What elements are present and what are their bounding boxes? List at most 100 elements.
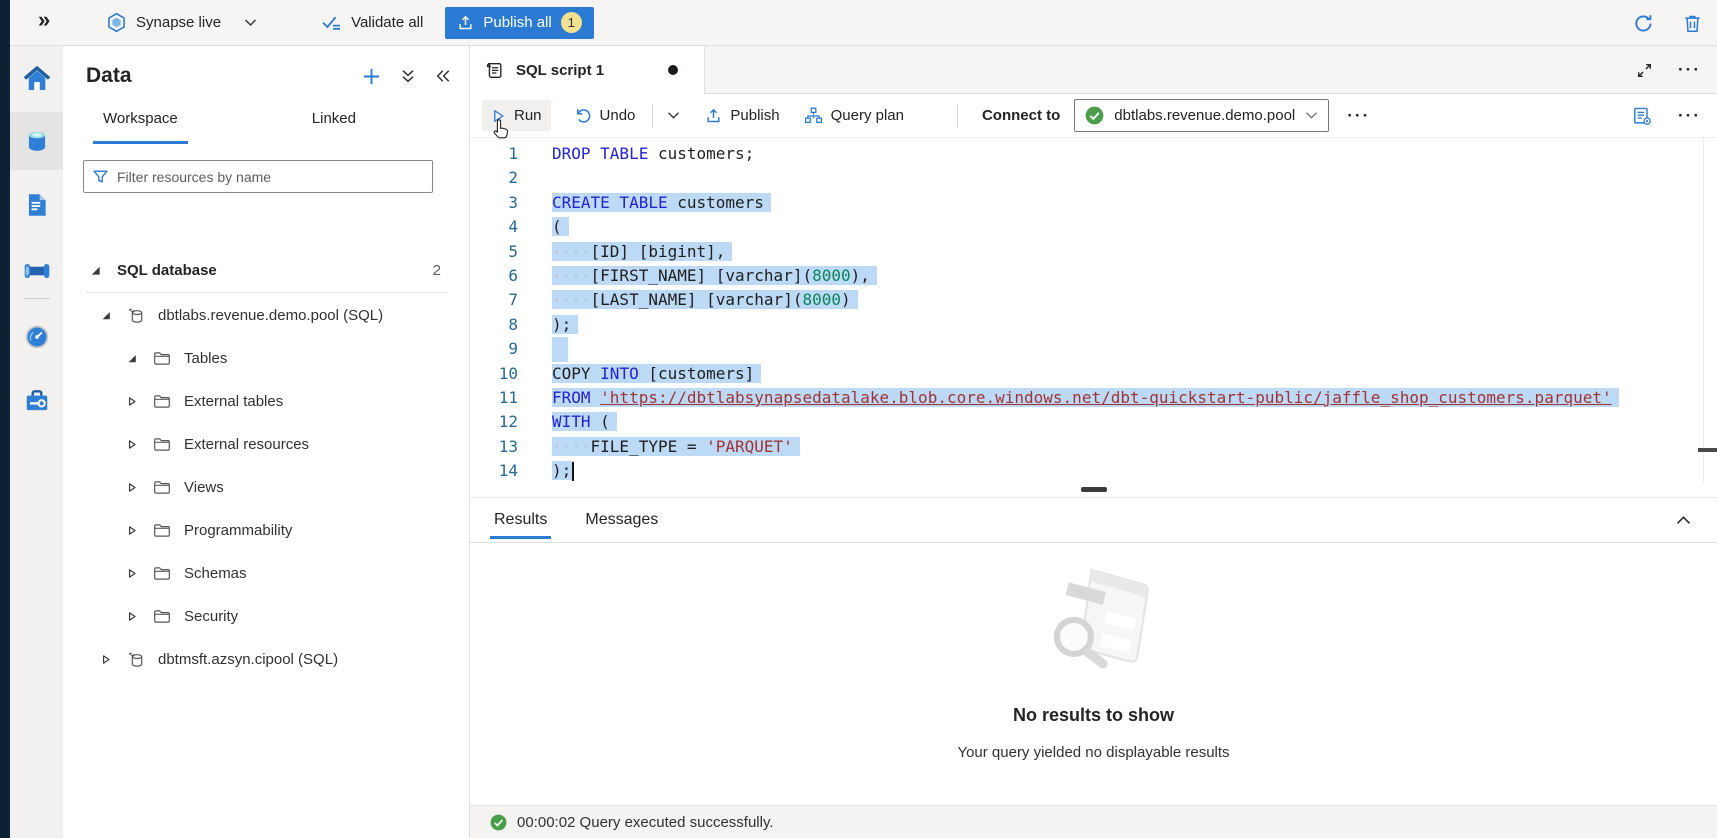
line-content: CREATE TABLE customers [552, 191, 771, 215]
tab-more-actions-icon[interactable]: ··· [1678, 60, 1701, 80]
tree-item-dbtmsft-azsyn-cipool-sql[interactable]: dbtmsft.azsyn.cipool (SQL) [63, 638, 469, 681]
discard-trash-icon[interactable] [1682, 13, 1703, 34]
line-content: ( [552, 215, 569, 239]
tab-workspace[interactable]: Workspace [91, 102, 190, 142]
nav-data[interactable] [10, 112, 63, 170]
expand-editor-icon[interactable] [1637, 63, 1652, 78]
line-content: ····FILE_TYPE = 'PARQUET' [552, 435, 800, 459]
code-line-10[interactable]: 10COPY INTO [customers] [470, 362, 1717, 386]
line-number: 14 [470, 459, 518, 483]
tab-sql-script-1[interactable]: SQL script 1 [470, 46, 705, 94]
nav-rail [10, 46, 63, 838]
twisty-collapsed-icon[interactable] [127, 525, 137, 536]
editor-more-icon[interactable]: ··· [1678, 106, 1701, 126]
twisty-collapsed-icon[interactable] [101, 654, 111, 665]
line-content [552, 337, 568, 361]
tree-item-security[interactable]: Security [63, 595, 469, 638]
code-line-12[interactable]: 12WITH ( [470, 410, 1717, 434]
develop-document-icon [23, 191, 51, 219]
tab-messages[interactable]: Messages [581, 502, 662, 538]
twisty-collapsed-icon[interactable] [127, 568, 137, 579]
tree-section-sql-database[interactable]: SQL database 2 [63, 250, 469, 290]
refresh-icon[interactable] [1633, 13, 1654, 34]
pool-select-dropdown[interactable]: dbtlabs.revenue.demo.pool [1074, 99, 1329, 132]
query-plan-button[interactable]: Query plan [795, 100, 913, 131]
add-resource-button[interactable] [362, 67, 381, 86]
twisty-expanded-icon[interactable] [90, 265, 101, 276]
code-line-11[interactable]: 11FROM 'https://dbtlabsynapsedatalake.bl… [470, 386, 1717, 410]
editor-scrollbar-track [1703, 138, 1704, 483]
code-line-8[interactable]: 8); [470, 313, 1717, 337]
results-splitter[interactable] [470, 483, 1717, 497]
undo-button[interactable]: Undo [565, 100, 645, 131]
nav-home[interactable] [10, 50, 63, 108]
publish-all-label: Publish all [483, 14, 551, 31]
code-line-6[interactable]: 6····[FIRST_NAME] [varchar](8000), [470, 264, 1717, 288]
line-content: ····[LAST_NAME] [varchar](8000) [552, 288, 858, 312]
toolbar-more-icon[interactable]: ··· [1347, 106, 1370, 126]
resource-tree: dbtlabs.revenue.demo.pool (SQL)TablesExt… [63, 294, 469, 681]
editor-settings-icon[interactable] [1632, 106, 1652, 126]
publish-upload-icon [457, 14, 474, 31]
tree-item-dbtlabs-revenue-demo-pool-sql[interactable]: dbtlabs.revenue.demo.pool (SQL) [63, 294, 469, 337]
synapse-studio: » Synapse live Validate all Publish all … [0, 0, 1717, 838]
line-number: 8 [470, 313, 518, 337]
twisty-collapsed-icon[interactable] [127, 611, 137, 622]
window-edge [0, 0, 10, 838]
code-line-14[interactable]: 14); [470, 459, 1717, 483]
sql-code-editor[interactable]: 1DROP TABLE customers;23CREATE TABLE cus… [470, 138, 1717, 483]
twisty-collapsed-icon[interactable] [127, 396, 137, 407]
run-options-chevron-icon[interactable] [661, 104, 686, 127]
git-mode-selector[interactable]: Synapse live [106, 12, 257, 33]
code-line-2[interactable]: 2 [470, 166, 1717, 190]
code-line-1[interactable]: 1DROP TABLE customers; [470, 142, 1717, 166]
tree-item-external-resources[interactable]: External resources [63, 423, 469, 466]
code-line-9[interactable]: 9 [470, 337, 1717, 361]
chevron-down-icon [244, 18, 257, 27]
code-line-4[interactable]: 4( [470, 215, 1717, 239]
line-number: 12 [470, 410, 518, 434]
nav-manage[interactable] [10, 372, 63, 430]
undo-icon [574, 107, 592, 124]
filter-funnel-icon [92, 168, 109, 185]
splitter-grip[interactable] [1081, 487, 1107, 492]
nav-integrate[interactable] [10, 242, 63, 300]
tree-item-programmability[interactable]: Programmability [63, 509, 469, 552]
query-plan-label: Query plan [831, 107, 904, 124]
tree-item-label: Schemas [184, 565, 247, 582]
expand-rail-button[interactable]: » [38, 7, 50, 33]
validate-all-button[interactable]: Validate all [321, 14, 423, 31]
folder-icon [153, 480, 171, 495]
text-caret [572, 462, 574, 481]
code-line-5[interactable]: 5····[ID] [bigint], [470, 240, 1717, 264]
filter-resources-input[interactable] [117, 169, 424, 185]
twisty-expanded-icon[interactable] [101, 310, 111, 321]
tree-item-tables[interactable]: Tables [63, 337, 469, 380]
editor-scrollbar-thumb[interactable] [1698, 448, 1717, 452]
section-count: 2 [433, 262, 441, 279]
code-line-13[interactable]: 13 ····FILE_TYPE = 'PARQUET' [470, 435, 1717, 459]
tree-item-schemas[interactable]: Schemas [63, 552, 469, 595]
twisty-expanded-icon[interactable] [127, 353, 137, 364]
twisty-collapsed-icon[interactable] [127, 482, 137, 493]
collapse-panel-icon[interactable] [435, 68, 451, 84]
tree-item-views[interactable]: Views [63, 466, 469, 509]
publish-all-button[interactable]: Publish all 1 [445, 7, 593, 39]
code-line-3[interactable]: 3CREATE TABLE customers [470, 191, 1717, 215]
code-line-7[interactable]: 7····[LAST_NAME] [varchar](8000) [470, 288, 1717, 312]
tree-item-external-tables[interactable]: External tables [63, 380, 469, 423]
publish-button[interactable]: Publish [696, 100, 788, 131]
nav-develop[interactable] [10, 176, 63, 234]
tab-results[interactable]: Results [490, 502, 551, 538]
nav-monitor[interactable] [10, 308, 63, 366]
line-content: FROM 'https://dbtlabsynapsedatalake.blob… [552, 386, 1619, 410]
line-number: 5 [470, 240, 518, 264]
data-panel-tabs: Workspace Linked [63, 102, 469, 142]
run-button[interactable]: Run [482, 100, 551, 131]
tab-linked[interactable]: Linked [300, 102, 368, 142]
expand-all-icon[interactable] [400, 68, 416, 84]
twisty-collapsed-icon[interactable] [127, 439, 137, 450]
line-number: 13 [470, 435, 518, 459]
validate-all-label: Validate all [351, 14, 423, 31]
collapse-results-chevron-icon[interactable] [1676, 515, 1691, 525]
